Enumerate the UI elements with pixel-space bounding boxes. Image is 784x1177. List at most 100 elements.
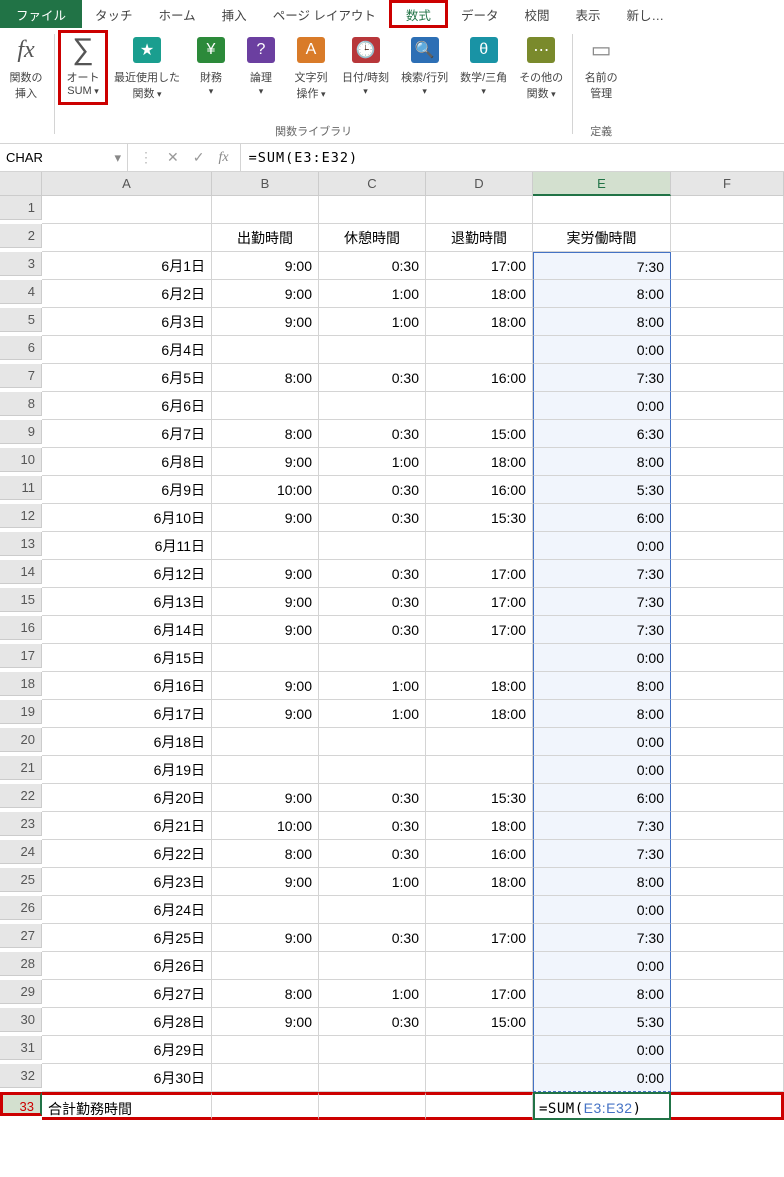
cell-E19[interactable]: 8:00	[533, 700, 671, 728]
row-header-9[interactable]: 9	[0, 420, 42, 444]
cell-F4[interactable]	[671, 280, 784, 308]
column-header-F[interactable]: F	[671, 172, 784, 196]
cell-D12[interactable]: 15:30	[426, 504, 533, 532]
cell-E11[interactable]: 5:30	[533, 476, 671, 504]
cell-E14[interactable]: 7:30	[533, 560, 671, 588]
cell-D5[interactable]: 18:00	[426, 308, 533, 336]
cell-C11[interactable]: 0:30	[319, 476, 426, 504]
tab-formulas[interactable]: 数式	[389, 0, 448, 28]
row-header-11[interactable]: 11	[0, 476, 42, 500]
insert-function-button[interactable]: fx 関数の 挿入	[1, 30, 51, 105]
row-header-5[interactable]: 5	[0, 308, 42, 332]
cell[interactable]	[533, 196, 671, 224]
row-header-13[interactable]: 13	[0, 532, 42, 556]
cell-C29[interactable]: 1:00	[319, 980, 426, 1008]
column-header-C[interactable]: C	[319, 172, 426, 196]
cell-F25[interactable]	[671, 868, 784, 896]
cell-D2[interactable]: 退勤時間	[426, 224, 533, 252]
cell-D17[interactable]	[426, 644, 533, 672]
cell-F20[interactable]	[671, 728, 784, 756]
cell-B11[interactable]: 10:00	[212, 476, 319, 504]
row-header-8[interactable]: 8	[0, 392, 42, 416]
cell-A24[interactable]: 6月22日	[42, 840, 212, 868]
cell-E15[interactable]: 7:30	[533, 588, 671, 616]
cell-A20[interactable]: 6月18日	[42, 728, 212, 756]
cell-D29[interactable]: 17:00	[426, 980, 533, 1008]
cell-F21[interactable]	[671, 756, 784, 784]
logical-button[interactable]: ? 論理	[236, 30, 286, 105]
cell-E32[interactable]: 0:00	[533, 1064, 671, 1092]
cell-D25[interactable]: 18:00	[426, 868, 533, 896]
cell-F7[interactable]	[671, 364, 784, 392]
spreadsheet-grid[interactable]: ABCDEF12出勤時間休憩時間退勤時間実労働時間36月1日9:000:3017…	[0, 172, 784, 1120]
cell-B5[interactable]: 9:00	[212, 308, 319, 336]
row-header-19[interactable]: 19	[0, 700, 42, 724]
cell-A3[interactable]: 6月1日	[42, 252, 212, 280]
cell-F29[interactable]	[671, 980, 784, 1008]
row-header-14[interactable]: 14	[0, 560, 42, 584]
cell-C6[interactable]	[319, 336, 426, 364]
cell-B15[interactable]: 9:00	[212, 588, 319, 616]
cell-F6[interactable]	[671, 336, 784, 364]
cell-C5[interactable]: 1:00	[319, 308, 426, 336]
row-header-27[interactable]: 27	[0, 924, 42, 948]
cell-D18[interactable]: 18:00	[426, 672, 533, 700]
cell-C28[interactable]	[319, 952, 426, 980]
cell-B13[interactable]	[212, 532, 319, 560]
tab-view[interactable]: 表示	[562, 0, 613, 28]
column-header-E[interactable]: E	[533, 172, 671, 196]
row-header-33[interactable]: 33	[0, 1092, 42, 1116]
cell-D13[interactable]	[426, 532, 533, 560]
cell-F23[interactable]	[671, 812, 784, 840]
cell-E17[interactable]: 0:00	[533, 644, 671, 672]
cell-A32[interactable]: 6月30日	[42, 1064, 212, 1092]
cell-E20[interactable]: 0:00	[533, 728, 671, 756]
row-header-23[interactable]: 23	[0, 812, 42, 836]
tab-file[interactable]: ファイル	[0, 0, 82, 28]
cell-C17[interactable]	[319, 644, 426, 672]
cell-A14[interactable]: 6月12日	[42, 560, 212, 588]
cell-B31[interactable]	[212, 1036, 319, 1064]
text-button[interactable]: A 文字列 操作	[286, 30, 336, 105]
cell-B32[interactable]	[212, 1064, 319, 1092]
cell-A12[interactable]: 6月10日	[42, 504, 212, 532]
cell-D21[interactable]	[426, 756, 533, 784]
cell-F13[interactable]	[671, 532, 784, 560]
cell-B10[interactable]: 9:00	[212, 448, 319, 476]
cell-A13[interactable]: 6月11日	[42, 532, 212, 560]
row-header-12[interactable]: 12	[0, 504, 42, 528]
cell-A11[interactable]: 6月9日	[42, 476, 212, 504]
cell-E22[interactable]: 6:00	[533, 784, 671, 812]
cell-F15[interactable]	[671, 588, 784, 616]
cell-B12[interactable]: 9:00	[212, 504, 319, 532]
cell-D32[interactable]	[426, 1064, 533, 1092]
cell-B16[interactable]: 9:00	[212, 616, 319, 644]
cell-E25[interactable]: 8:00	[533, 868, 671, 896]
cell-F12[interactable]	[671, 504, 784, 532]
cell-A2[interactable]	[42, 224, 212, 252]
cell-C25[interactable]: 1:00	[319, 868, 426, 896]
cell-E16[interactable]: 7:30	[533, 616, 671, 644]
cell-C14[interactable]: 0:30	[319, 560, 426, 588]
cell-D11[interactable]: 16:00	[426, 476, 533, 504]
row-header-18[interactable]: 18	[0, 672, 42, 696]
row-header-24[interactable]: 24	[0, 840, 42, 864]
cell[interactable]	[426, 196, 533, 224]
cell-D14[interactable]: 17:00	[426, 560, 533, 588]
cell-C30[interactable]: 0:30	[319, 1008, 426, 1036]
row-header-17[interactable]: 17	[0, 644, 42, 668]
cell-E8[interactable]: 0:00	[533, 392, 671, 420]
cell-C9[interactable]: 0:30	[319, 420, 426, 448]
name-box[interactable]: ▾	[0, 144, 128, 171]
row-header-4[interactable]: 4	[0, 280, 42, 304]
cell-D28[interactable]	[426, 952, 533, 980]
cell-C21[interactable]	[319, 756, 426, 784]
cell-D24[interactable]: 16:00	[426, 840, 533, 868]
cell-E5[interactable]: 8:00	[533, 308, 671, 336]
cell-E10[interactable]: 8:00	[533, 448, 671, 476]
cell-C7[interactable]: 0:30	[319, 364, 426, 392]
cell-D23[interactable]: 18:00	[426, 812, 533, 840]
tab-touch[interactable]: タッチ	[82, 0, 146, 28]
cell-C20[interactable]	[319, 728, 426, 756]
cell-F33[interactable]	[671, 1092, 784, 1120]
